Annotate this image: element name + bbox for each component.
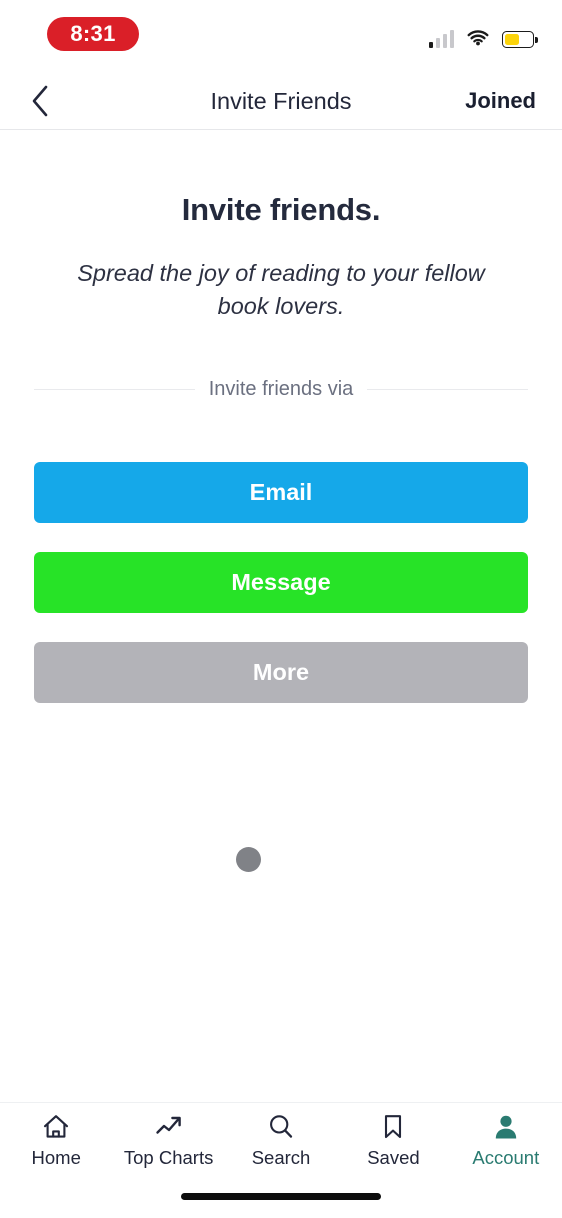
trending-up-icon: [154, 1113, 184, 1140]
tab-label-account: Account: [472, 1147, 540, 1168]
status-bar-indicators: [428, 24, 538, 48]
battery-icon: [502, 31, 538, 48]
person-icon: [492, 1113, 520, 1140]
tab-home[interactable]: Home: [0, 1113, 112, 1169]
status-bar: 8:31: [0, 0, 562, 72]
invite-method-buttons: Email Message More: [34, 462, 528, 703]
invite-via-more-button[interactable]: More: [34, 642, 528, 703]
home-indicator-bar[interactable]: [181, 1192, 381, 1200]
screen-recording-time-pill[interactable]: 8:31: [47, 17, 139, 51]
status-bar-time: 8:31: [70, 21, 116, 46]
tab-label-search: Search: [251, 1147, 311, 1168]
main-content: Invite friends. Spread the joy of readin…: [0, 130, 562, 1102]
tab-label-saved: Saved: [367, 1147, 420, 1168]
divider-label: Invite friends via: [208, 377, 354, 400]
tab-label-home: Home: [31, 1147, 81, 1168]
wifi-icon: [467, 30, 489, 46]
search-icon: [267, 1113, 295, 1140]
tab-label-top-charts: Top Charts: [123, 1147, 214, 1168]
tab-saved[interactable]: Saved: [337, 1113, 449, 1169]
invite-via-divider: Invite friends via: [34, 377, 529, 400]
navigation-header: Invite Friends Joined: [0, 72, 562, 130]
divider-line-right: [367, 388, 529, 390]
loading-dot-indicator: [236, 847, 261, 872]
app-screen: 8:31 Invite Friends Joined Invite friend…: [0, 0, 562, 1218]
battery-fill-level: [504, 33, 519, 46]
invite-via-message-button[interactable]: Message: [34, 552, 528, 613]
invite-via-email-button[interactable]: Email: [34, 462, 528, 523]
divider-line-left: [34, 388, 195, 390]
bottom-tab-bar: Home Top Charts Search Saved Account: [0, 1102, 562, 1174]
tab-account[interactable]: Account: [450, 1113, 562, 1169]
tab-search[interactable]: Search: [225, 1113, 337, 1169]
invite-subheadline: Spread the joy of reading to your fellow…: [77, 260, 485, 320]
cellular-signal-icon: [428, 30, 454, 48]
invite-headline: Invite friends.: [181, 192, 381, 227]
home-icon: [42, 1113, 70, 1140]
joined-button[interactable]: Joined: [465, 72, 536, 130]
home-indicator-area: [0, 1174, 562, 1218]
bookmark-icon: [380, 1113, 406, 1140]
tab-top-charts[interactable]: Top Charts: [112, 1113, 224, 1169]
